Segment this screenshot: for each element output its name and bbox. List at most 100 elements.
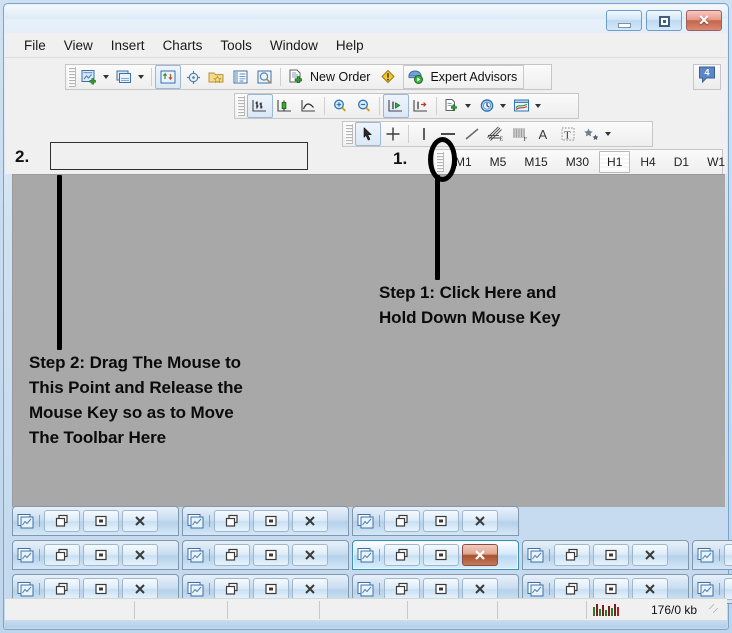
menu-item-window[interactable]: Window [261, 36, 327, 55]
chart-window-tile[interactable] [522, 540, 689, 570]
zoom-in-button[interactable] [328, 95, 352, 117]
indicators-dropdown-caret[interactable] [465, 104, 471, 108]
close-window-button[interactable] [462, 578, 498, 600]
maximize-window-button[interactable] [423, 544, 459, 566]
crosshair-button[interactable] [381, 123, 405, 145]
close-window-button[interactable] [462, 510, 498, 532]
maximize-window-button[interactable] [593, 578, 629, 600]
close-window-button[interactable] [122, 578, 158, 600]
strategy-tester-button[interactable] [253, 66, 277, 88]
charts-toolbar-grip[interactable] [237, 96, 245, 116]
text-label-button[interactable]: T [556, 123, 580, 145]
minimize-button[interactable] [606, 10, 642, 31]
chart-window-tile-active[interactable] [352, 540, 519, 570]
terminal-button[interactable] [229, 66, 253, 88]
menu-item-file[interactable]: File [15, 36, 55, 55]
menu-item-view[interactable]: View [55, 36, 102, 55]
restore-window-button[interactable] [44, 578, 80, 600]
chart-window-tile[interactable] [182, 506, 349, 536]
close-window-button[interactable] [632, 544, 668, 566]
indicators-button[interactable] [440, 95, 464, 117]
notifications-button[interactable]: 4 [693, 64, 721, 90]
chart-shift-button[interactable] [409, 95, 433, 117]
maximize-window-button[interactable] [83, 578, 119, 600]
timeframe-h1[interactable]: H1 [599, 151, 630, 173]
fibonacci-button[interactable]: E [484, 123, 508, 145]
text-button[interactable]: A [532, 123, 556, 145]
menu-item-help[interactable]: Help [327, 36, 373, 55]
chart-window-tile[interactable] [182, 540, 349, 570]
chart-window-tile[interactable] [12, 540, 179, 570]
maximize-window-button[interactable] [593, 544, 629, 566]
maximize-window-button[interactable] [83, 510, 119, 532]
restore-window-button[interactable] [724, 544, 732, 566]
maximize-window-button[interactable] [253, 510, 289, 532]
auto-scroll-button[interactable] [383, 94, 409, 118]
menu-item-charts[interactable]: Charts [154, 36, 212, 55]
close-window-button[interactable] [122, 544, 158, 566]
expert-advisors-label[interactable]: Expert Advisors [428, 70, 523, 84]
trendline-button[interactable] [460, 123, 484, 145]
chart-window-tile[interactable] [692, 540, 732, 570]
shapes-dropdown-caret[interactable] [605, 132, 611, 136]
profiles-dropdown-caret[interactable] [138, 75, 144, 79]
timeframe-h4[interactable]: H4 [632, 151, 663, 173]
restore-window-button[interactable] [384, 544, 420, 566]
timeframe-d1[interactable]: D1 [666, 151, 697, 173]
new-order-button[interactable] [284, 66, 308, 88]
timeframe-w1[interactable]: W1 [699, 151, 727, 173]
restore-window-button[interactable] [214, 578, 250, 600]
new-order-label[interactable]: New Order [308, 70, 376, 84]
open-data-folder-button[interactable] [205, 66, 229, 88]
timeframe-m15[interactable]: M15 [516, 151, 555, 173]
resize-grip-icon[interactable] [709, 604, 723, 618]
fibo-grid-button[interactable]: F [508, 123, 532, 145]
restore-window-button[interactable] [44, 510, 80, 532]
new-chart-button[interactable] [78, 66, 102, 88]
maximize-window-button[interactable] [83, 544, 119, 566]
restore-window-button[interactable] [214, 510, 250, 532]
navigator-button[interactable] [181, 66, 205, 88]
cursor-button[interactable] [355, 122, 381, 146]
line-chart-button[interactable] [297, 95, 321, 117]
close-button[interactable]: ✕ [686, 10, 722, 31]
close-window-button-active[interactable] [462, 544, 498, 566]
maximize-window-button[interactable] [423, 510, 459, 532]
alert-button[interactable] [376, 66, 400, 88]
restore-window-button[interactable] [554, 578, 590, 600]
timeframe-m30[interactable]: M30 [558, 151, 597, 173]
maximize-window-button[interactable] [253, 544, 289, 566]
menu-item-insert[interactable]: Insert [102, 36, 154, 55]
restore-window-button[interactable] [384, 578, 420, 600]
maximize-button[interactable] [646, 10, 682, 31]
menu-item-tools[interactable]: Tools [211, 36, 261, 55]
timeframe-m5[interactable]: M5 [482, 151, 515, 173]
periods-dropdown-caret[interactable] [500, 104, 506, 108]
chart-window-tile[interactable] [352, 506, 519, 536]
bar-chart-button[interactable] [247, 94, 273, 118]
periods-button[interactable] [475, 95, 499, 117]
restore-window-button[interactable] [214, 544, 250, 566]
line-studies-toolbar-grip[interactable] [345, 124, 353, 144]
expert-advisors-button[interactable] [404, 66, 428, 88]
restore-window-button[interactable] [384, 510, 420, 532]
restore-window-button[interactable] [44, 544, 80, 566]
close-window-button[interactable] [292, 510, 328, 532]
new-chart-dropdown-caret[interactable] [103, 75, 109, 79]
shapes-button[interactable] [580, 123, 604, 145]
candlestick-chart-button[interactable] [273, 95, 297, 117]
restore-window-button[interactable] [724, 578, 732, 600]
zoom-out-button[interactable] [352, 95, 376, 117]
toolbar-drop-target[interactable] [50, 142, 308, 170]
chart-window-tile[interactable] [12, 506, 179, 536]
maximize-window-button[interactable] [253, 578, 289, 600]
templates-dropdown-caret[interactable] [535, 104, 541, 108]
profiles-button[interactable] [113, 66, 137, 88]
restore-window-button[interactable] [554, 544, 590, 566]
market-watch-button[interactable] [155, 65, 181, 89]
maximize-window-button[interactable] [423, 578, 459, 600]
standard-toolbar-grip[interactable] [68, 67, 76, 87]
close-window-button[interactable] [122, 510, 158, 532]
templates-button[interactable] [510, 95, 534, 117]
close-window-button[interactable] [632, 578, 668, 600]
